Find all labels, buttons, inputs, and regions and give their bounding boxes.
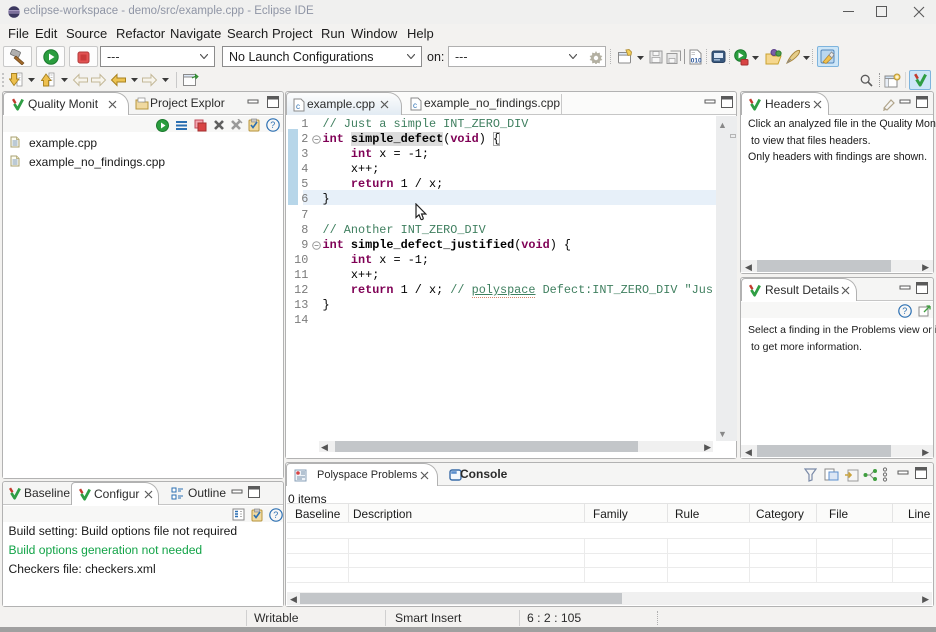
svg-text:?: ? bbox=[270, 120, 275, 130]
svg-text:?: ? bbox=[902, 306, 907, 316]
svg-text:c: c bbox=[296, 102, 300, 111]
svg-text:010: 010 bbox=[691, 58, 702, 65]
svg-text:c: c bbox=[413, 101, 417, 110]
svg-text:?: ? bbox=[273, 510, 278, 520]
